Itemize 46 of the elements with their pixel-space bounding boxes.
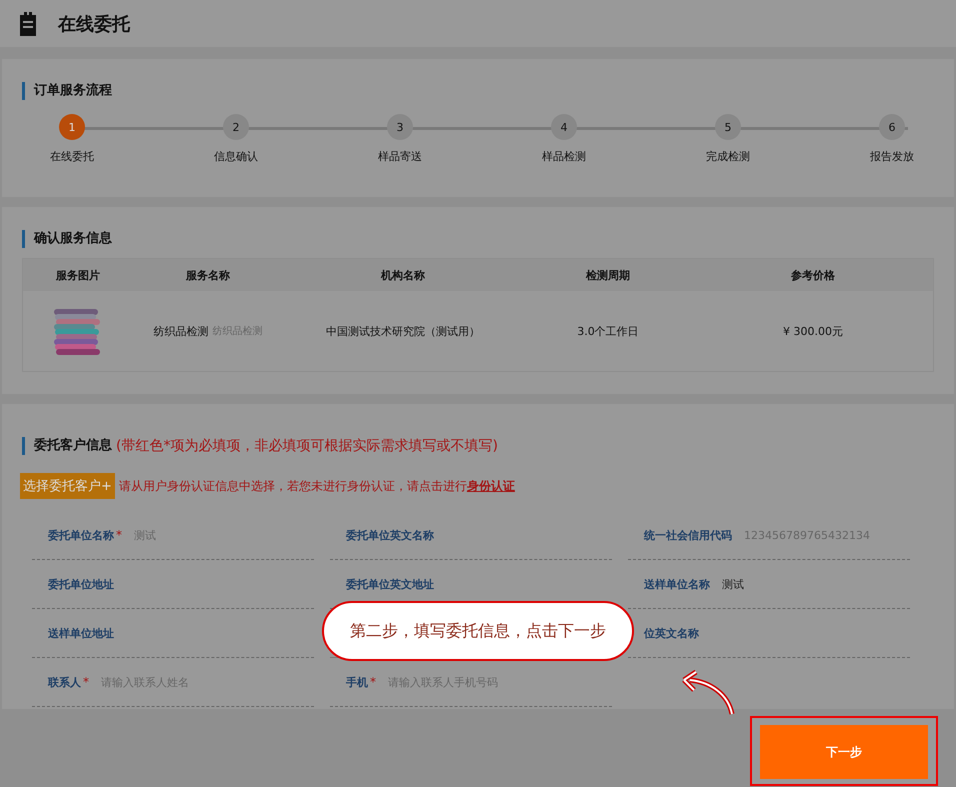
select-client-button[interactable]: 选择委托客户+: [20, 473, 115, 499]
table-cell-text: 中国测试技术研究院（测试用）: [325, 324, 481, 338]
input-field[interactable]: 测试: [720, 578, 746, 590]
step-number: 6: [879, 114, 905, 140]
field-label: 委托单位英文名称: [346, 528, 434, 542]
column-header: 机构名称: [380, 268, 426, 282]
step-label: 样品检测: [542, 149, 586, 164]
step-label: 样品寄送: [378, 149, 422, 164]
required-mark: *: [370, 675, 376, 689]
clipboard-icon: [18, 12, 38, 36]
column-header: 检测周期: [584, 268, 631, 282]
field-label: 委托单位地址: [48, 576, 114, 592]
service-name: 纺织品检测: [154, 324, 208, 338]
step-label: 信息确认: [214, 149, 258, 164]
step-number: 4: [551, 114, 577, 140]
required-mark: *: [116, 528, 122, 542]
field-label: 送样单位名称: [644, 576, 710, 592]
next-button[interactable]: 下一步: [760, 725, 928, 779]
section-title: 委托客户信息: [34, 437, 112, 455]
step-number: 5: [715, 114, 741, 140]
table-cell-text: ¥ 300.00元: [782, 324, 844, 338]
step-label: 完成检测: [706, 149, 750, 164]
step-number: 1: [59, 114, 85, 140]
field-label: 委托单位英文地址: [346, 576, 434, 592]
field-label: 位英文名称: [644, 626, 699, 640]
step-number: 3: [387, 114, 413, 140]
field-label: 送样单位地址: [48, 626, 114, 640]
verify-link[interactable]: 身份认证: [466, 478, 515, 494]
section-title: 确认服务信息: [22, 230, 934, 248]
field-label: 统一社会信用代码: [644, 528, 732, 542]
column-header: 服务图片: [54, 268, 101, 282]
column-header: 服务名称: [184, 268, 231, 282]
field-label: 联系人: [48, 674, 81, 690]
required-mark: *: [83, 675, 89, 689]
step-label: 报告发放: [870, 149, 914, 164]
section-title: 订单服务流程: [22, 82, 934, 100]
step-number: 2: [223, 114, 249, 140]
required-note: (带红色*项为必填项，非必填项可根据实际需求填写或不填写): [116, 437, 498, 455]
field-label: 委托单位名称: [48, 528, 114, 542]
table-cell-text: 3.0个工作日: [576, 324, 640, 338]
hint-text: 请从用户身份认证信息中选择，若您未进行身份认证，请点击进行: [118, 478, 467, 494]
tip-tooltip: 第二步，填写委托信息，点击下一步: [322, 601, 634, 661]
column-header: 参考价格: [790, 268, 836, 282]
page-title: 在线委托: [58, 12, 130, 36]
field-label: 手机: [346, 674, 368, 690]
step-label: 在线委托: [50, 149, 94, 164]
